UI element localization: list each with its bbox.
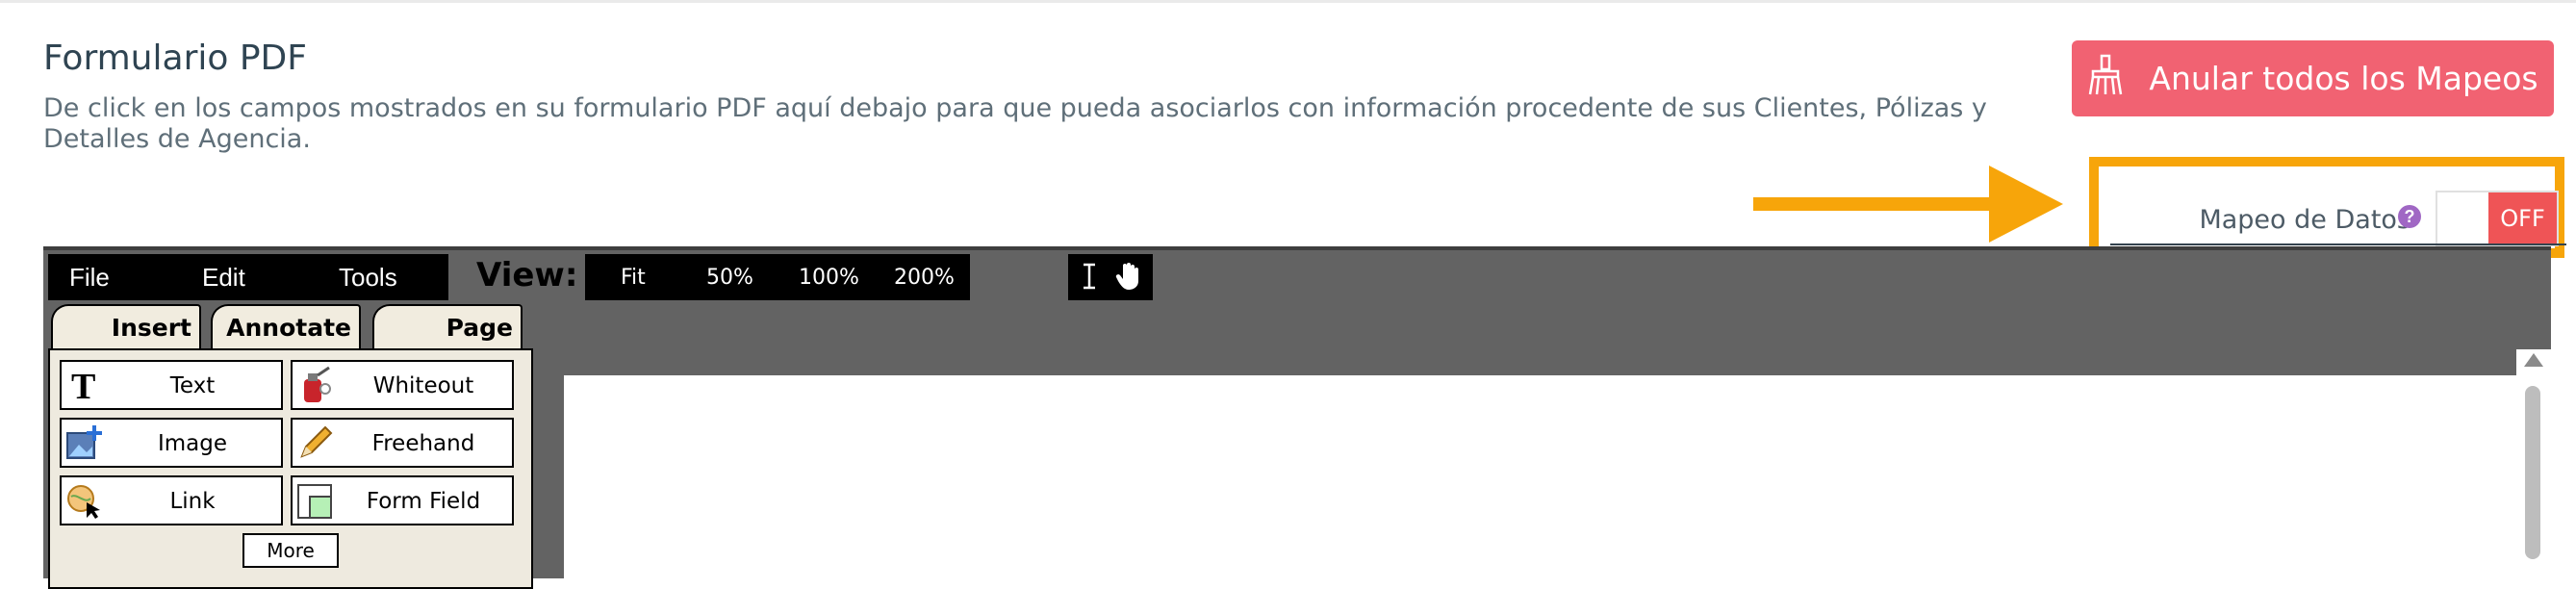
editor-menubar: File Edit Tools bbox=[48, 254, 448, 300]
tab-annotate-label: Annotate bbox=[226, 313, 351, 342]
text-icon: T bbox=[65, 366, 104, 407]
editor-tabs: Insert Annotate Page bbox=[51, 304, 542, 350]
image-icon bbox=[65, 423, 104, 462]
top-divider bbox=[0, 0, 2576, 3]
mapping-underline bbox=[2110, 243, 2566, 245]
whiteout-icon bbox=[296, 366, 335, 404]
zoom-bar: Fit 50% 100% 200% bbox=[585, 254, 970, 300]
zoom-50[interactable]: 50% bbox=[706, 266, 753, 290]
tab-insert[interactable]: Insert bbox=[51, 304, 201, 348]
text-cursor-icon[interactable] bbox=[1080, 262, 1099, 297]
svg-text:T: T bbox=[71, 367, 95, 404]
pencil-icon bbox=[296, 423, 335, 462]
clear-all-mappings-button[interactable]: Anular todos los Mapeos bbox=[2072, 40, 2554, 116]
tool-link-label: Link bbox=[169, 489, 216, 514]
pdf-editor: File Edit Tools View: Fit 50% 100% 200% … bbox=[43, 246, 2551, 589]
data-mapping-label: Mapeo de Datos bbox=[2199, 205, 2410, 235]
tool-whiteout[interactable]: Whiteout bbox=[291, 360, 514, 410]
hand-pointer-icon[interactable] bbox=[1114, 262, 1141, 297]
tool-form-field-label: Form Field bbox=[366, 489, 481, 514]
scroll-up-icon[interactable] bbox=[2524, 353, 2543, 367]
tool-freehand-label: Freehand bbox=[371, 431, 475, 456]
insert-panel: T Text Whiteout Image Freehand Link Form… bbox=[48, 348, 533, 589]
tab-annotate[interactable]: Annotate bbox=[211, 304, 361, 348]
toggle-state: OFF bbox=[2488, 192, 2557, 244]
tool-whiteout-label: Whiteout bbox=[372, 373, 474, 398]
tab-page-label: Page bbox=[446, 313, 513, 342]
menu-tools[interactable]: Tools bbox=[339, 263, 397, 293]
view-label: View: bbox=[476, 256, 578, 294]
tool-form-field[interactable]: Form Field bbox=[291, 475, 514, 525]
tool-link[interactable]: Link bbox=[60, 475, 283, 525]
zoom-100[interactable]: 100% bbox=[799, 266, 859, 290]
vertical-scrollbar[interactable] bbox=[2516, 349, 2551, 582]
data-mapping-toggle[interactable]: OFF bbox=[2436, 191, 2559, 246]
data-mapping-highlight: Mapeo de Datos ? OFF bbox=[2089, 157, 2566, 258]
arrow-icon bbox=[1753, 166, 2063, 243]
broom-icon bbox=[2087, 54, 2124, 104]
menu-edit[interactable]: Edit bbox=[202, 263, 245, 293]
zoom-200[interactable]: 200% bbox=[894, 266, 955, 290]
mode-bar bbox=[1068, 254, 1153, 300]
more-button[interactable]: More bbox=[242, 533, 339, 568]
menu-file[interactable]: File bbox=[69, 263, 110, 293]
help-icon[interactable]: ? bbox=[2398, 205, 2421, 228]
pdf-document-page[interactable] bbox=[564, 375, 2516, 582]
zoom-fit[interactable]: Fit bbox=[621, 266, 646, 290]
tool-text[interactable]: T Text bbox=[60, 360, 283, 410]
tab-page[interactable]: Page bbox=[372, 304, 523, 348]
clear-all-mappings-label: Anular todos los Mapeos bbox=[2149, 60, 2538, 97]
form-field-icon bbox=[296, 481, 335, 520]
link-icon bbox=[65, 481, 104, 520]
tab-insert-label: Insert bbox=[111, 313, 191, 342]
toggle-knob bbox=[2437, 192, 2488, 244]
scroll-thumb[interactable] bbox=[2525, 386, 2540, 559]
tool-image[interactable]: Image bbox=[60, 418, 283, 468]
page-description: De click en los campos mostrados en su f… bbox=[43, 93, 1987, 154]
page-title: Formulario PDF bbox=[43, 38, 307, 78]
tool-image-label: Image bbox=[157, 431, 228, 456]
tool-freehand[interactable]: Freehand bbox=[291, 418, 514, 468]
tool-text-label: Text bbox=[169, 373, 216, 398]
